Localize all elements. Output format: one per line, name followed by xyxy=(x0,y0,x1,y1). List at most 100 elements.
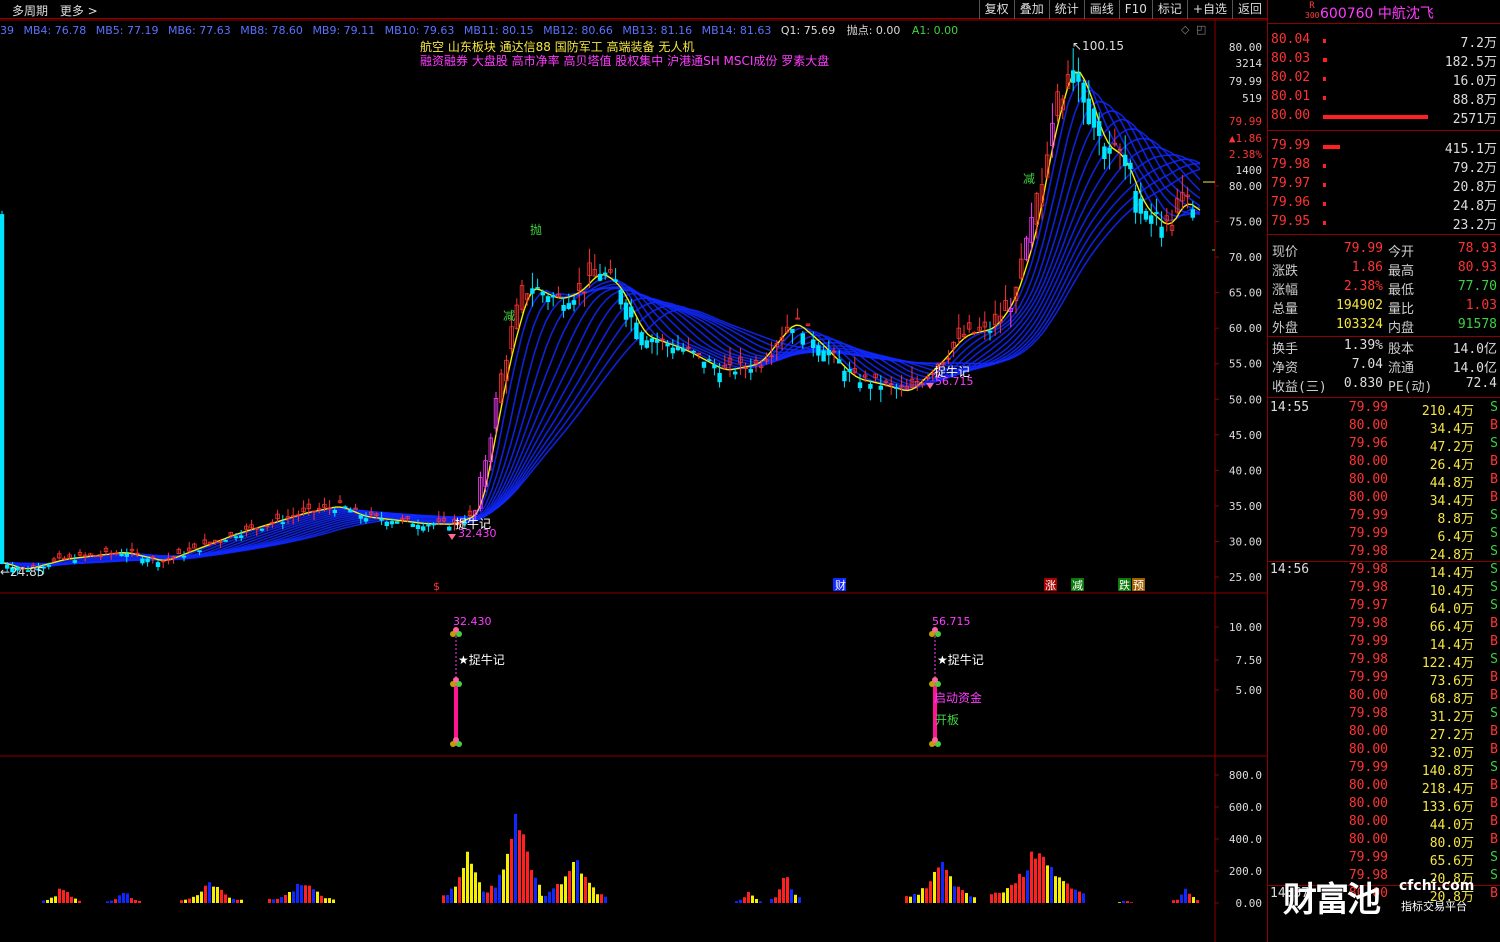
volume-bar xyxy=(1026,870,1029,903)
market-badge: R 300 xyxy=(1305,2,1319,22)
candle-body xyxy=(530,288,535,294)
volume-bar xyxy=(126,893,129,903)
candle-body xyxy=(837,359,842,364)
quote-value: 0.830 xyxy=(1343,376,1383,391)
volume-bar xyxy=(564,876,567,903)
quote-label: 涨跌 xyxy=(1272,264,1299,279)
ask-row[interactable]: 80.03 182.5万 xyxy=(1268,51,1500,70)
candle-body xyxy=(155,562,161,568)
quote-label: 今开 xyxy=(1388,245,1415,260)
tick-volume: 47.2万 xyxy=(1429,440,1474,455)
volume-bar xyxy=(1014,883,1017,903)
candle-body xyxy=(280,522,285,525)
low-mark-label: 56.715 xyxy=(935,375,974,388)
tick-price: 80.00 xyxy=(1348,796,1388,811)
tick-price: 80.00 xyxy=(1348,832,1388,847)
mid-axis-label: 7.50 xyxy=(1236,654,1263,667)
stock-title[interactable]: 600760 中航沈飞 xyxy=(1320,3,1434,23)
cluster-icon xyxy=(932,737,938,743)
ask-row[interactable]: 80.04 7.2万 xyxy=(1268,32,1500,51)
jian-signal: 减 xyxy=(503,309,515,323)
candle-body xyxy=(681,348,686,352)
tick-price: 80.00 xyxy=(1348,688,1388,703)
volume-bar xyxy=(106,901,109,903)
candle-body xyxy=(342,506,348,509)
ask-row-bar xyxy=(1323,115,1428,119)
price-axis-label: 519 xyxy=(1242,92,1262,105)
vol-axis-label: 800.0 xyxy=(1229,769,1262,782)
tick-volume: 27.2万 xyxy=(1429,728,1474,743)
badge-bottom: 300 xyxy=(1305,11,1320,20)
volume-bar xyxy=(588,882,591,903)
candle-body xyxy=(811,339,816,349)
volume-bar xyxy=(110,900,113,903)
volume-bar xyxy=(1126,901,1129,903)
price-axis-label: 70.00 xyxy=(1229,251,1262,264)
tick-price: 79.97 xyxy=(1348,598,1388,613)
candle-body xyxy=(597,273,603,281)
quote-label: 涨幅 xyxy=(1272,283,1299,298)
candle-body xyxy=(1149,215,1154,224)
candle-body xyxy=(878,385,883,390)
quote-value: 80.93 xyxy=(1457,260,1497,275)
tick-volume: 6.4万 xyxy=(1437,530,1474,545)
candle-body xyxy=(223,540,228,542)
ask-row[interactable]: 80.00 2571万 xyxy=(1268,108,1500,127)
bid-row[interactable]: 79.98 79.2万 xyxy=(1268,157,1500,176)
bid-row-bar xyxy=(1323,183,1326,187)
candle-body xyxy=(1076,72,1081,82)
quote-row: 涨跌 1.86 最高 80.93 xyxy=(1268,260,1500,279)
tick-side: B xyxy=(1490,832,1498,847)
kline-chart[interactable]: 80.00 3214 79.99 519 79.99 ▲1.86 2.38% 1400 80.0… xyxy=(0,0,1267,942)
tick-row: 80.00 32.0万 B xyxy=(1268,742,1500,761)
tick-price: 79.98 xyxy=(1348,580,1388,595)
candle-body xyxy=(629,306,634,318)
volume-bar xyxy=(774,897,777,903)
volume-bar xyxy=(973,897,976,903)
tick-row: 79.98 122.4万 S xyxy=(1268,652,1500,671)
ask-row-volume: 182.5万 xyxy=(1444,55,1497,70)
ask-row-volume: 7.2万 xyxy=(1460,36,1497,51)
volume-bar xyxy=(308,885,311,903)
tick-price: 79.98 xyxy=(1348,562,1388,577)
candle-body xyxy=(181,555,187,558)
tick-volume: 65.6万 xyxy=(1429,854,1474,869)
ask-row[interactable]: 80.02 16.0万 xyxy=(1268,70,1500,89)
tick-volume: 64.0万 xyxy=(1429,602,1474,617)
ask-row-price: 80.03 xyxy=(1271,51,1311,66)
tick-price: 79.96 xyxy=(1348,436,1388,451)
watermark-logo: 财富池 xyxy=(1283,880,1381,920)
volume-bar xyxy=(994,892,997,903)
tick-row: 79.99 14.4万 B xyxy=(1268,634,1500,653)
bid-row-volume: 24.8万 xyxy=(1452,199,1497,214)
bid-row[interactable]: 79.99 415.1万 xyxy=(1268,138,1500,157)
divider xyxy=(1268,561,1500,562)
candle-body xyxy=(795,317,800,320)
quote-row: 净资 7.04 流通 14.0亿 xyxy=(1268,357,1500,376)
bid-row[interactable]: 79.95 23.2万 xyxy=(1268,214,1500,233)
volume-bar xyxy=(1034,858,1037,903)
volume-bar xyxy=(905,896,908,903)
volume-bar xyxy=(1042,856,1045,903)
volume-bar xyxy=(600,894,603,903)
bid-row[interactable]: 79.97 20.8万 xyxy=(1268,176,1500,195)
volume-bar xyxy=(933,871,936,903)
candle-body xyxy=(987,330,993,333)
candle-body xyxy=(197,550,202,553)
volume-bar xyxy=(1006,888,1009,903)
tick-price: 79.99 xyxy=(1348,634,1388,649)
volume-bar xyxy=(556,883,559,903)
volume-bar xyxy=(1062,881,1065,903)
tick-price: 79.99 xyxy=(1348,526,1388,541)
bid-row[interactable]: 79.96 24.8万 xyxy=(1268,195,1500,214)
tick-row: 80.00 44.8万 B xyxy=(1268,472,1500,491)
candle-body xyxy=(140,558,145,564)
candle-body xyxy=(561,305,566,311)
ask-row[interactable]: 80.01 88.8万 xyxy=(1268,89,1500,108)
tick-price: 79.99 xyxy=(1348,508,1388,523)
volume-bar xyxy=(466,851,469,903)
quote-row: 涨幅 2.38% 最低 77.70 xyxy=(1268,279,1500,298)
ribbon-line xyxy=(0,100,1201,567)
tick-side: S xyxy=(1490,544,1498,559)
quote-label: 股本 xyxy=(1388,342,1415,357)
